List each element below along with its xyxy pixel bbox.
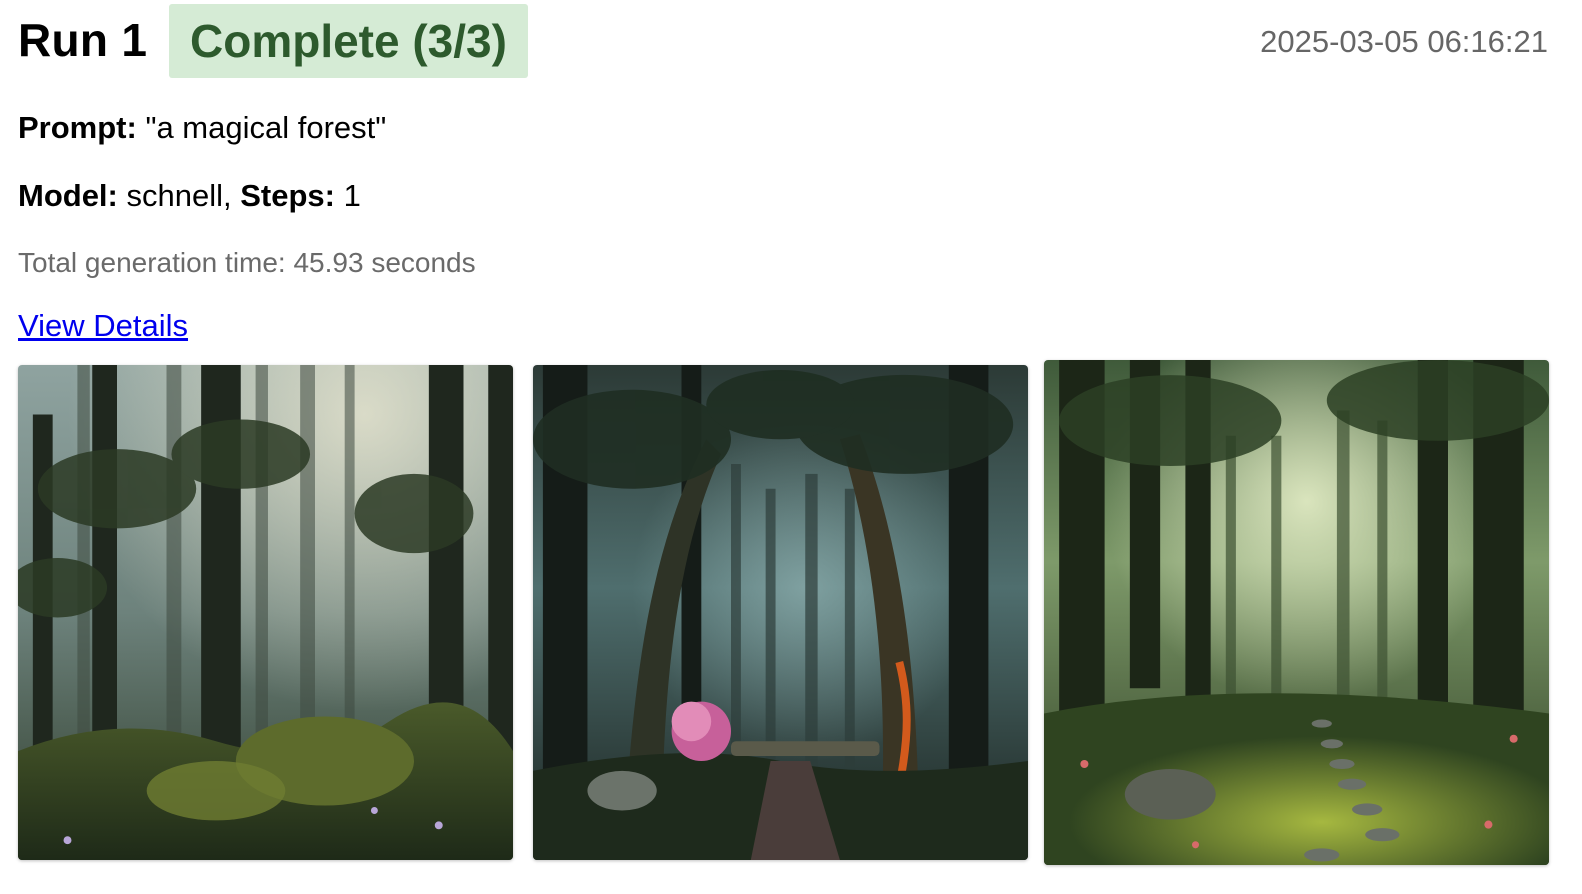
generation-time: Total generation time: 45.93 seconds xyxy=(18,247,476,278)
prompt-label: Prompt: xyxy=(18,110,137,145)
prompt-line: Prompt: "a magical forest" xyxy=(18,110,386,146)
generated-image-2[interactable] xyxy=(533,365,1028,860)
run-header: Run 1 Complete (3/3) 2025-03-05 06:16:21 xyxy=(18,4,1548,78)
model-value: schnell, xyxy=(126,178,232,213)
steps-label: Steps: xyxy=(240,178,335,213)
forest-image-2 xyxy=(533,365,1028,860)
prompt-value: "a magical forest" xyxy=(145,110,387,145)
run-timestamp: 2025-03-05 06:16:21 xyxy=(1260,24,1548,59)
model-line: Model: schnell, Steps: 1 xyxy=(18,178,361,214)
generated-image-1[interactable] xyxy=(18,365,513,860)
run-title: Run 1 xyxy=(18,14,148,66)
model-label: Model: xyxy=(18,178,118,213)
generated-image-3[interactable] xyxy=(1044,360,1549,865)
view-details-link[interactable]: View Details xyxy=(18,308,188,344)
forest-image-1 xyxy=(18,365,513,860)
status-badge: Complete (3/3) xyxy=(169,4,528,78)
forest-image-3 xyxy=(1044,360,1549,865)
steps-value: 1 xyxy=(343,178,361,213)
